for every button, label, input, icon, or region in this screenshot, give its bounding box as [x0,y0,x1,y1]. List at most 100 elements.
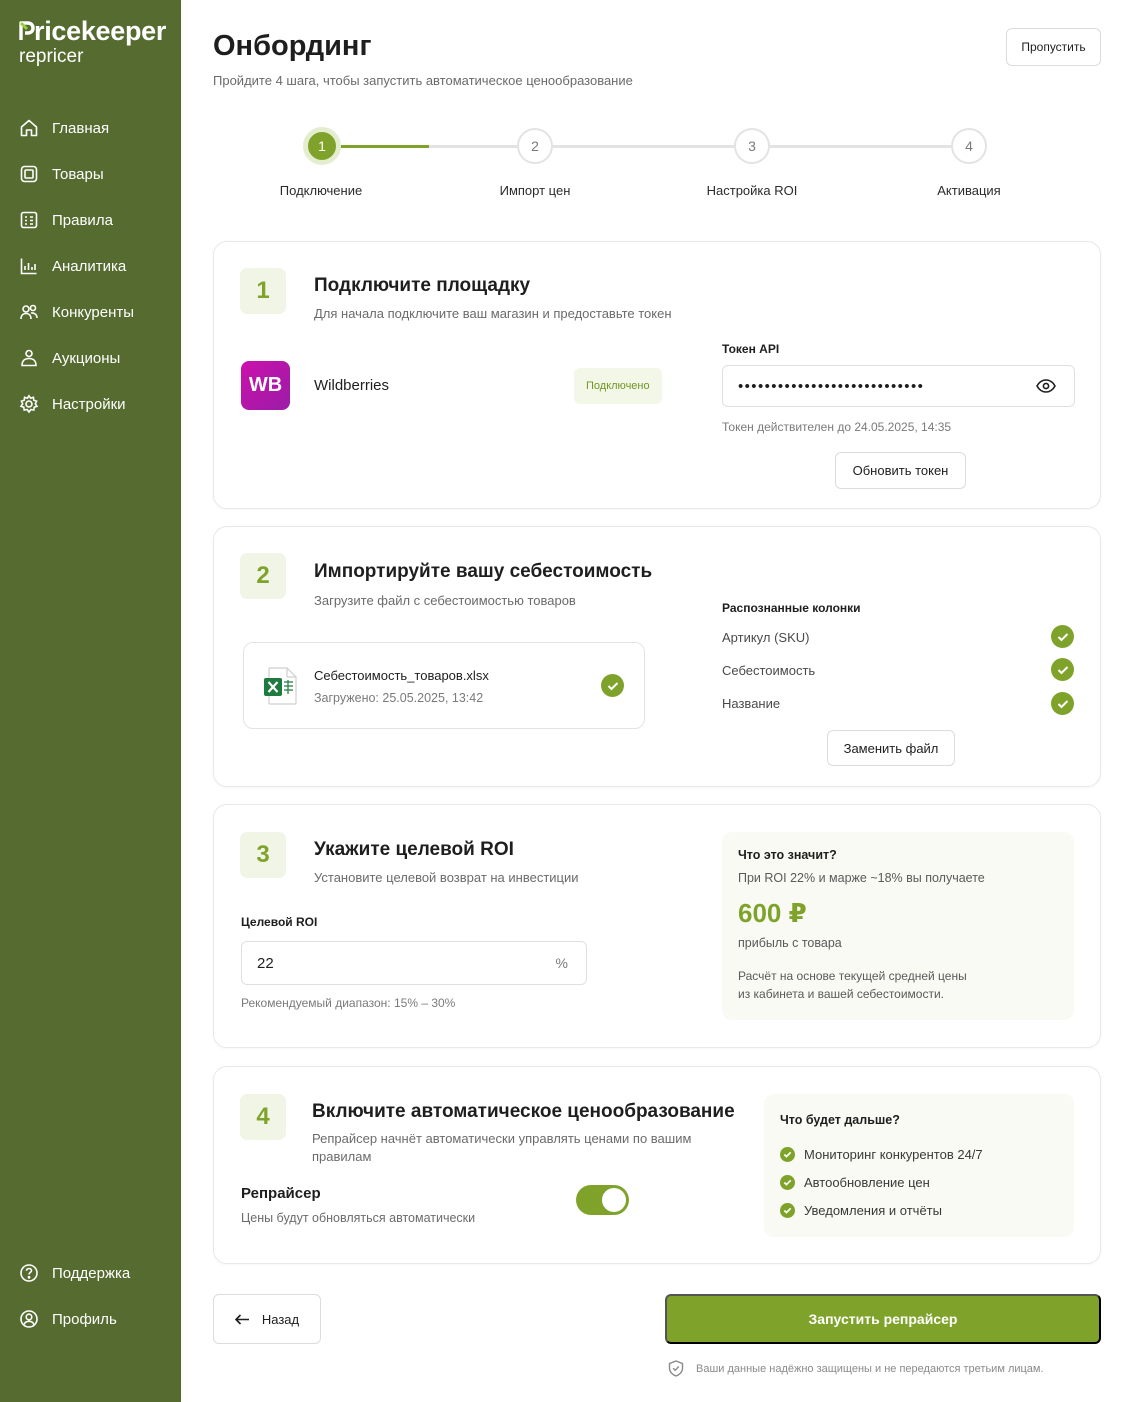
logo-text: ricekeeper [34,16,167,46]
logo-mark-icon [19,21,35,40]
excel-file-icon [264,667,297,705]
sidebar-item-rules[interactable]: Правила [0,197,181,243]
card-subtitle-line1: Репрайсер начнёт автоматически управлять… [312,1131,692,1146]
stepper: 1 2 3 4 Подключение Импорт цен Настройка… [213,120,1101,210]
step-number: 2 [240,553,286,599]
status-badge: Подключено [574,368,662,404]
card-subtitle-line2: правилам [312,1149,372,1164]
sidebar-item-analytics[interactable]: Аналитика [0,243,181,289]
step-circle-2[interactable]: 2 [517,128,553,164]
token-value: •••••••••••••••••••••••••••• [738,377,925,395]
step-number: 1 [240,268,286,314]
sidebar-item-profile[interactable]: Профиль [0,1296,181,1342]
profit-caption: прибыль с товара [738,936,842,950]
check-icon [1051,692,1074,715]
step-number: 3 [240,832,286,878]
check-icon [1051,625,1074,648]
step4-card: 4 Включите автоматическое ценообразовани… [213,1066,1101,1264]
competitors-icon [20,304,38,320]
toggle-caption: Цены будут обновляться автоматически [241,1211,476,1225]
launch-repricer-button[interactable]: Запустить репрайсер [665,1294,1101,1344]
gear-icon [19,394,39,414]
sidebar-item-settings[interactable]: Настройки [0,381,181,427]
sidebar-item-label: Аукционы [52,349,121,367]
sidebar-item-label: Главная [52,119,110,137]
roi-info-box: Что это значит? При ROI 22% и марже ~18%… [722,832,1074,1020]
shield-icon [668,1360,684,1377]
column-item: Название [722,696,781,711]
sidebar-item-label: Товары [52,165,104,183]
token-label: Токен API [722,342,780,356]
file-uploaded-date: Загружено: 25.05.2025, 13:42 [314,691,484,705]
sidebar: ricekeeper repricer Главная Товары Прави… [0,0,181,1402]
step-line [553,145,734,148]
security-note: Ваши данные надёжно защищены и не переда… [668,1360,1044,1377]
next-steps-box: Что будет дальше? Мониторинг конкурентов… [764,1094,1074,1237]
list-item-label: Уведомления и отчёты [804,1203,942,1218]
page-subtitle: Пройдите 4 шага, чтобы запустить автомат… [213,73,633,88]
step1-card: 1 Подключите площадку Для начала подключ… [213,241,1101,509]
token-input[interactable]: •••••••••••••••••••••••••••• [722,365,1075,407]
step-label-4: Активация [937,183,1001,198]
check-icon [780,1203,795,1218]
check-icon [780,1147,795,1162]
sidebar-item-support[interactable]: Поддержка [0,1250,181,1296]
roi-label: Целевой ROI [241,915,318,929]
toggle-knob [602,1188,626,1212]
step-line [770,145,952,148]
eye-icon[interactable] [1036,379,1056,393]
profile-icon [20,1310,38,1328]
roi-input[interactable]: 22 % [241,941,587,985]
card-subtitle: Загрузите файл с себестоимостью товаров [314,593,576,608]
step-circle-1[interactable]: 1 [303,127,341,165]
sidebar-item-label: Поддержка [52,1264,131,1282]
check-icon [780,1175,795,1190]
sidebar-item-label: Конкуренты [52,303,135,321]
step-circle-4[interactable]: 4 [951,128,987,164]
list-item-label: Мониторинг конкурентов 24/7 [804,1147,983,1162]
roi-unit: % [555,955,568,971]
columns-label: Распознанные колонки [722,601,861,615]
replace-file-button[interactable]: Заменить файл [827,730,955,766]
file-check-icon [601,674,624,697]
auction-icon [21,349,37,367]
column-item: Себестоимость [722,663,816,678]
back-button[interactable]: Назад [213,1294,321,1344]
logo[interactable]: ricekeeper repricer [19,16,167,67]
token-validity: Токен действителен до 24.05.2025, 14:35 [722,420,952,434]
step-label-3: Настройка ROI [706,183,798,198]
back-button-label: Назад [261,1311,300,1327]
sidebar-item-label: Настройки [52,395,126,413]
sidebar-item-competitors[interactable]: Конкуренты [0,289,181,335]
check-icon [1051,658,1074,681]
roi-value: 22 [257,954,274,972]
profit-amount: 600 ₽ [738,898,807,928]
card-subtitle: Для начала подключите ваш магазин и пред… [314,306,672,321]
refresh-token-button[interactable]: Обновить токен [835,452,966,489]
sidebar-item-auctions[interactable]: Аукционы [0,335,181,381]
uploaded-file[interactable]: Себестоимость_товаров.xlsx Загружено: 25… [243,642,645,729]
file-name: Себестоимость_товаров.xlsx [314,668,489,683]
step2-card: 2 Импортируйте вашу себестоимость Загруз… [213,526,1101,787]
help-icon [20,1264,38,1282]
step-label-1: Подключение [279,183,363,198]
card-title: Укажите целевой ROI [314,839,514,860]
sidebar-bottom-nav: Поддержка Профиль [0,1250,181,1342]
skip-button[interactable]: Пропустить [1006,28,1101,66]
home-icon [20,119,38,137]
repricer-toggle[interactable] [576,1185,629,1215]
list-item-label: Автообновление цен [804,1175,930,1190]
column-item: Артикул (SKU) [722,630,810,645]
next-title: Что будет дальше? [780,1113,900,1127]
sidebar-item-products[interactable]: Товары [0,151,181,197]
roi-hint: Рекомендуемый диапазон: 15% – 30% [241,996,456,1010]
step3-card: 3 Укажите целевой ROI Установите целевой… [213,804,1101,1048]
sidebar-item-label: Профиль [52,1310,117,1328]
page-title: Онбординг [213,30,372,62]
step-circle-3[interactable]: 3 [734,128,770,164]
sidebar-nav: Главная Товары Правила Аналитика Конкуре… [0,105,181,427]
logo-subtext: repricer [19,46,84,67]
wildberries-logo: WB [241,361,290,410]
card-title: Подключите площадку [314,275,531,296]
sidebar-item-home[interactable]: Главная [0,105,181,151]
